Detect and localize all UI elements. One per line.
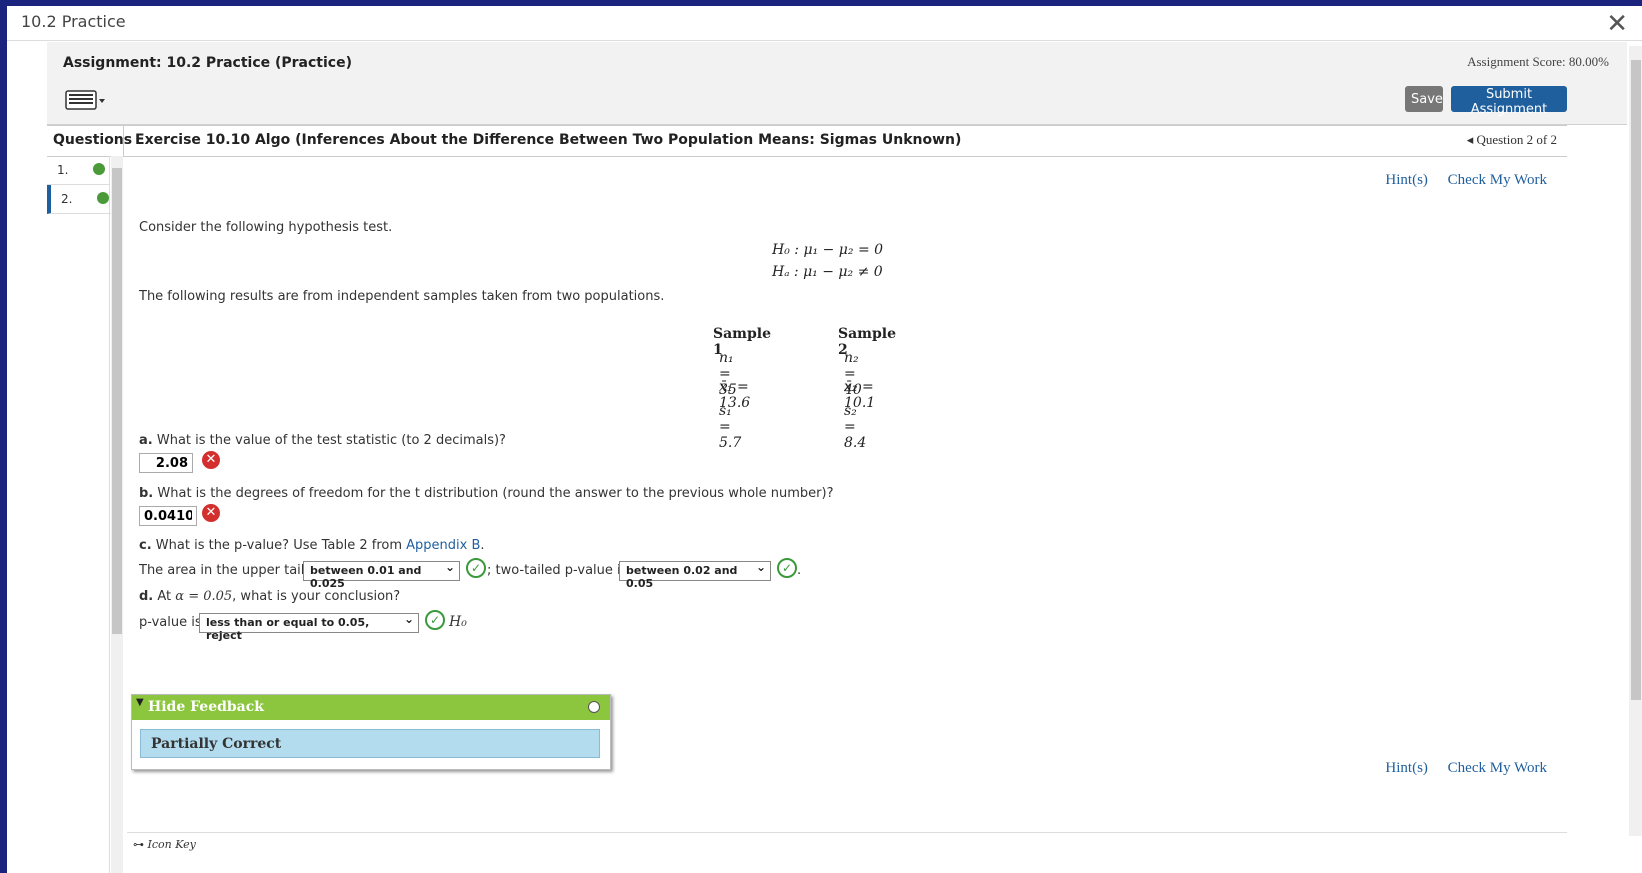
sidebar-scrollbar[interactable]: [111, 156, 123, 873]
part-c-text: What is the p-value? Use Table 2 from: [151, 538, 407, 553]
assignment-frame: Assignment: 10.2 Practice (Practice) Ass…: [47, 42, 1627, 873]
part-c-period: .: [480, 538, 485, 553]
submit-assignment-button[interactable]: Submit Assignment: [1451, 86, 1567, 117]
two-tailed-select[interactable]: between 0.02 and 0.05: [619, 560, 771, 590]
sample1-s: s₁ = 5.7: [719, 403, 742, 451]
hints-link[interactable]: Hint(s): [1385, 172, 1428, 188]
page-scrollbar[interactable]: [1629, 46, 1642, 836]
assignment-title: Assignment: 10.2 Practice (Practice): [63, 55, 352, 71]
edit-icon[interactable]: [588, 701, 600, 713]
sidebar-scroll-thumb[interactable]: [112, 168, 122, 634]
incorrect-icon: ✕: [202, 451, 220, 469]
alpha-value: α = 0.05: [175, 589, 233, 604]
part-d-text2: , what is your conclusion?: [232, 589, 401, 604]
sidebar-item-2[interactable]: 2.: [47, 185, 113, 214]
alt-hypothesis: Hₐ : μ₁ − μ₂ ≠ 0: [772, 264, 883, 280]
partial-check-icon: [97, 192, 109, 204]
exercise-title: Exercise 10.10 Algo (Inferences About th…: [135, 132, 962, 148]
check-icon: [93, 163, 105, 175]
sidebar-item-label: 1.: [57, 163, 69, 177]
part-c-upper-tail-label: The area in the upper tail is: [139, 563, 319, 578]
feedback-result-text: Partially Correct: [151, 736, 282, 752]
hide-feedback-toggle[interactable]: ▼ Hide Feedback: [132, 695, 610, 720]
footer-divider: [127, 832, 1567, 833]
appendix-b-link[interactable]: Appendix B: [406, 538, 480, 553]
part-d-question: d. At α = 0.05, what is your conclusion?: [139, 589, 400, 604]
intro-text: Consider the following hypothesis test.: [139, 220, 393, 235]
question-nav-label: Question 2 of 2: [1476, 132, 1557, 147]
modal-title: 10.2 Practice: [21, 12, 126, 31]
assignment-score: Assignment Score: 80.00%: [1467, 54, 1609, 69]
part-c-two-tailed-label: ; two-tailed p-value is: [487, 563, 628, 578]
sidebar-item-label: 2.: [61, 192, 73, 206]
part-c-question: c. What is the p-value? Use Table 2 from…: [139, 538, 485, 553]
question-header: Questions Exercise 10.10 Algo (Inference…: [47, 125, 1567, 157]
part-a-question: a. What is the value of the test statist…: [139, 433, 506, 448]
h0-label: H₀: [449, 614, 467, 630]
part-d-text1: At: [153, 589, 176, 604]
hide-feedback-label: Hide Feedback: [148, 699, 264, 715]
part-c-prefix: c.: [139, 538, 152, 553]
feedback-result: Partially Correct: [140, 729, 600, 758]
part-a-text: What is the value of the test statistic …: [152, 433, 506, 448]
question-sidebar: 1. 2.: [47, 156, 113, 873]
results-text: The following results are from independe…: [139, 289, 665, 304]
triangle-down-icon: ▼: [136, 697, 144, 708]
check-my-work-link[interactable]: Check My Work: [1448, 172, 1547, 188]
correct-icon: ✓: [466, 558, 486, 578]
assignment-modal: 10.2 Practice ✕ Assignment: 10.2 Practic…: [7, 6, 1642, 873]
conclusion-select[interactable]: less than or equal to 0.05, reject: [199, 612, 419, 642]
correct-icon: ✓: [425, 610, 445, 630]
save-button[interactable]: Save: [1405, 86, 1443, 112]
sidebar-item-1[interactable]: 1.: [47, 156, 109, 185]
header-divider: [123, 126, 124, 156]
close-icon[interactable]: ✕: [1606, 8, 1628, 38]
part-b-text: What is the degrees of freedom for the t…: [153, 486, 834, 501]
bottom-links: Hint(s) Check My Work: [1369, 760, 1547, 777]
icon-key[interactable]: ⊶ Icon Key: [133, 838, 196, 851]
question-nav[interactable]: ◂ Question 2 of 2: [1467, 132, 1557, 148]
question-content: Hint(s) Check My Work Consider the follo…: [127, 156, 1567, 873]
part-d-pvalue-label: p-value is: [139, 615, 202, 630]
modal-title-bar: 10.2 Practice ✕: [7, 6, 1642, 41]
null-hypothesis: H₀ : μ₁ − μ₂ = 0: [772, 242, 884, 258]
correct-icon: ✓: [777, 558, 797, 578]
sample2-s: s₂ = 8.4: [844, 403, 867, 451]
icon-key-label: Icon Key: [147, 838, 196, 851]
part-d-prefix: d.: [139, 589, 154, 604]
top-links: Hint(s) Check My Work: [1369, 172, 1547, 189]
feedback-panel: ▼ Hide Feedback Partially Correct: [131, 694, 611, 770]
part-b-answer-input[interactable]: [139, 506, 197, 526]
questions-label: Questions: [53, 132, 133, 148]
part-c-line-end: .: [797, 563, 802, 578]
part-b-question: b. What is the degrees of freedom for th…: [139, 486, 833, 501]
part-a-answer-input[interactable]: [139, 453, 193, 473]
assignment-topbar: Assignment: 10.2 Practice (Practice) Ass…: [47, 42, 1627, 125]
page-scroll-thumb[interactable]: [1631, 60, 1641, 700]
keyboard-icon[interactable]: [65, 88, 107, 112]
part-a-prefix: a.: [139, 433, 153, 448]
check-my-work-link[interactable]: Check My Work: [1448, 760, 1547, 776]
upper-tail-select[interactable]: between 0.01 and 0.025: [303, 560, 460, 590]
incorrect-icon: ✕: [202, 504, 220, 522]
key-icon: ⊶: [133, 838, 144, 851]
part-b-prefix: b.: [139, 486, 154, 501]
hints-link[interactable]: Hint(s): [1385, 760, 1428, 776]
